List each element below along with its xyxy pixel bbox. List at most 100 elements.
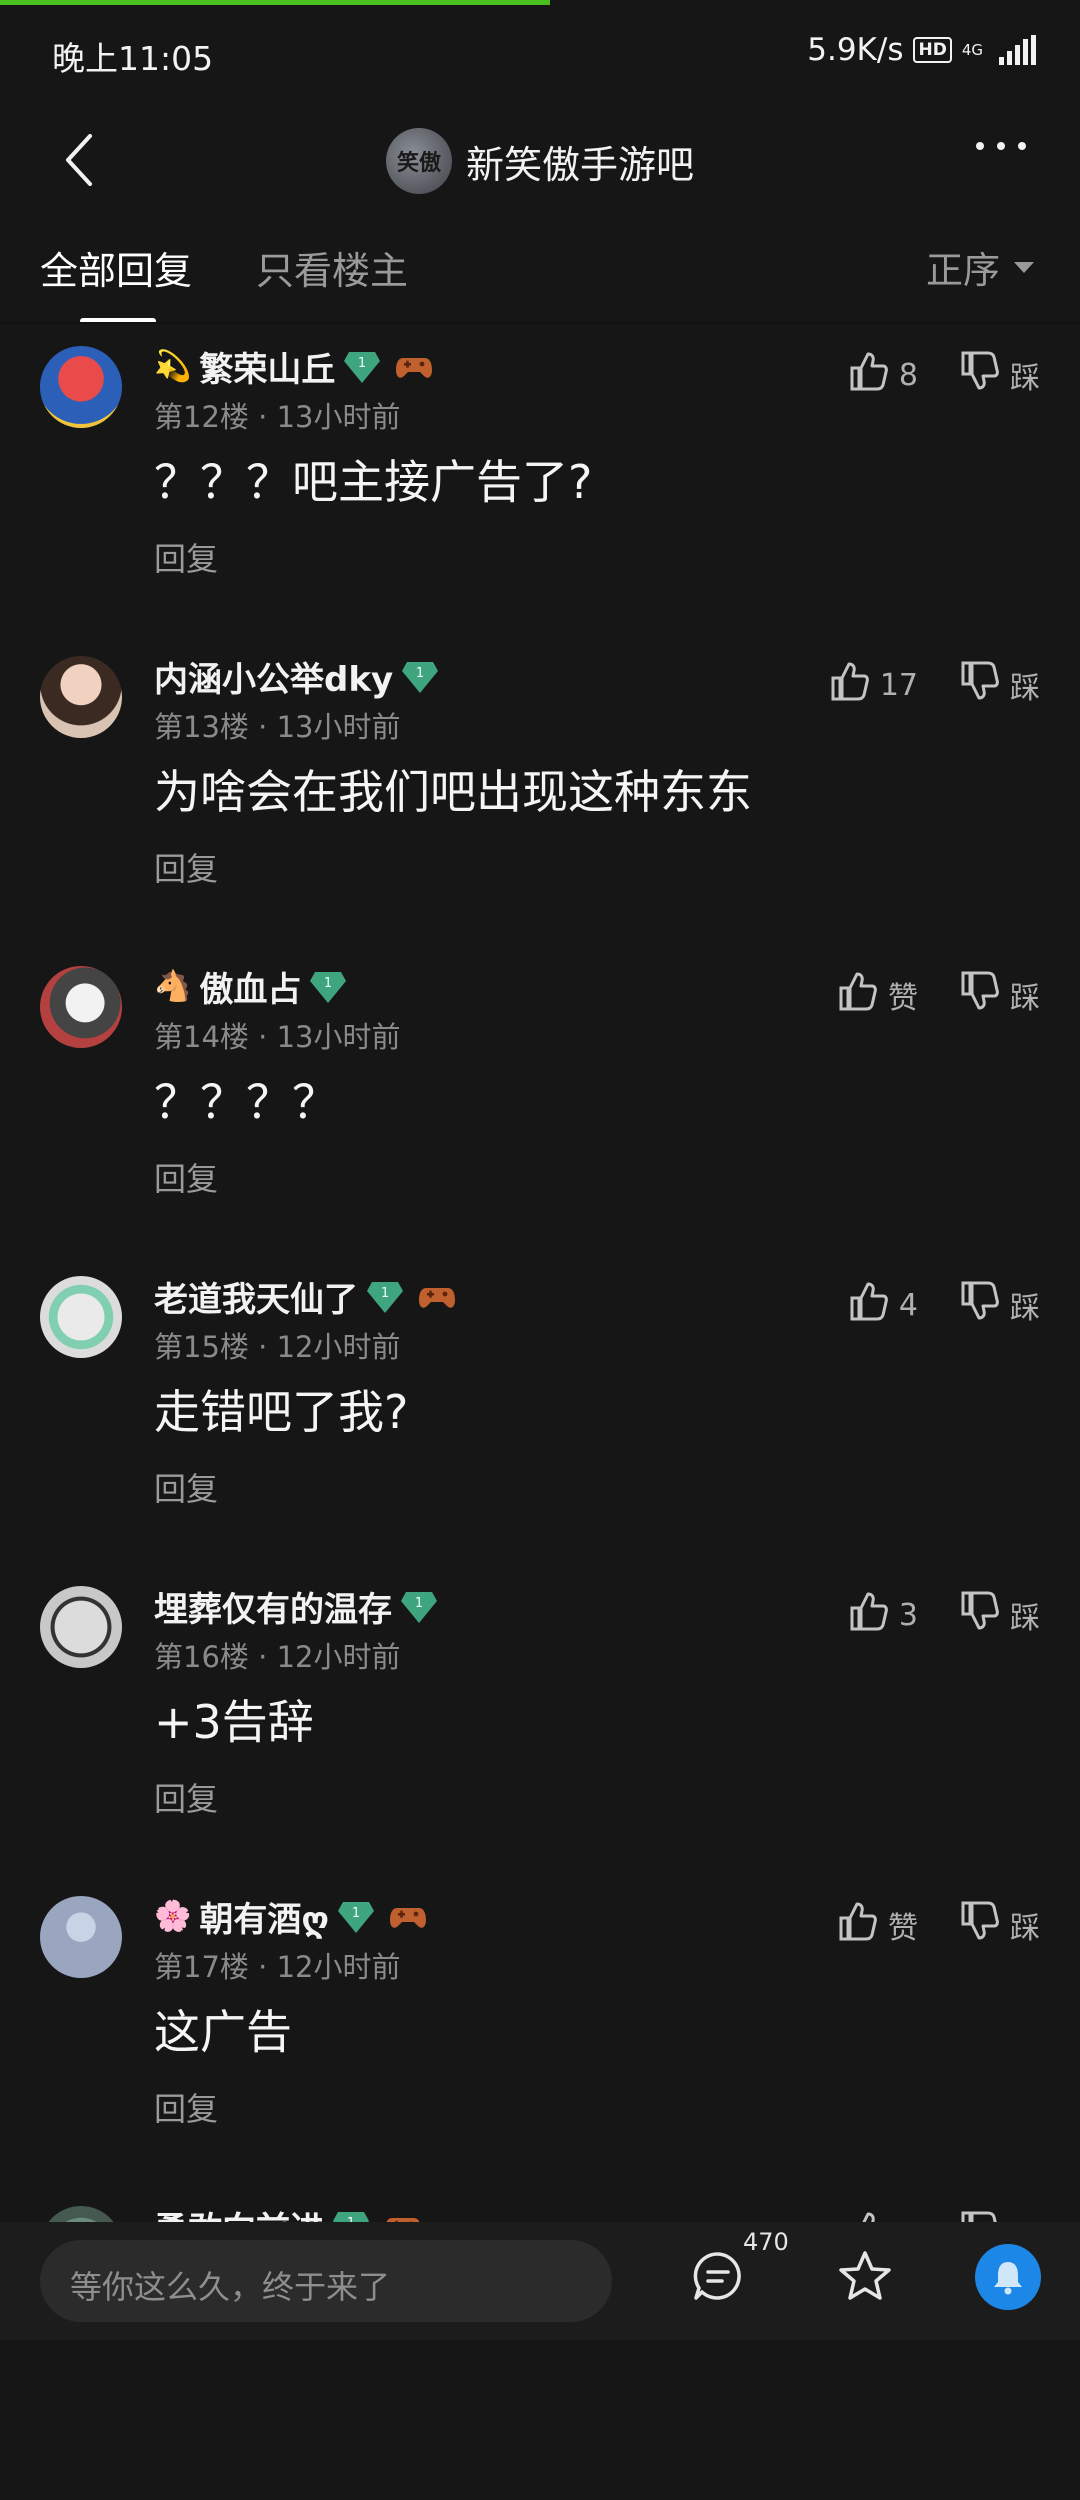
post-meta: 第14楼 · 13小时前 bbox=[154, 1020, 401, 1054]
reply-item[interactable]: 🐴 傲血占 1 第14楼 · 13小时前 ？？？？ 回复 赞 踩 bbox=[0, 950, 1080, 1260]
floor-number: 第17楼 bbox=[154, 1950, 249, 1984]
username-row: 内涵小公举dky 1 bbox=[154, 652, 439, 701]
post-meta: 第13楼 · 13小时前 bbox=[154, 710, 401, 744]
post-meta: 第15楼 · 12小时前 bbox=[154, 1330, 401, 1364]
username[interactable]: 内涵小公举dky bbox=[154, 652, 393, 701]
status-time: 晚上11:05 bbox=[52, 39, 214, 78]
svg-text:1: 1 bbox=[352, 1906, 360, 1921]
level-badge-icon: 1 bbox=[366, 1280, 404, 1314]
bell-icon bbox=[994, 2262, 1022, 2295]
dislike-button[interactable]: 踩 bbox=[960, 350, 1040, 400]
hd-icon: HD bbox=[913, 37, 952, 63]
reply-button[interactable]: 回复 bbox=[154, 844, 218, 890]
like-button[interactable]: 赞 bbox=[838, 970, 918, 1020]
name-emoji: 💫 bbox=[154, 349, 192, 384]
reply-item[interactable]: 埋葬仅有的温存 1 第16楼 · 12小时前 +3告辞 回复 3 踩 bbox=[0, 1570, 1080, 1880]
floor-number: 第12楼 bbox=[154, 400, 249, 434]
username-row: 🐴 傲血占 1 bbox=[154, 962, 347, 1011]
avatar[interactable] bbox=[40, 966, 122, 1048]
post-meta: 第12楼 · 13小时前 bbox=[154, 400, 401, 434]
more-options-icon[interactable] bbox=[976, 142, 1026, 150]
dislike-button[interactable]: 踩 bbox=[960, 660, 1040, 710]
reply-content: 这广告 bbox=[154, 2005, 292, 2059]
like-button[interactable]: 赞 bbox=[838, 1900, 918, 1950]
like-button[interactable]: 3 bbox=[849, 1590, 918, 1640]
like-count: 8 bbox=[898, 357, 918, 393]
post-time: 13小时前 bbox=[276, 400, 401, 434]
avatar[interactable] bbox=[40, 1276, 122, 1358]
like-button[interactable]: 17 bbox=[830, 660, 918, 710]
username[interactable]: 老道我天仙了 bbox=[154, 1272, 358, 1321]
caret-down-icon bbox=[1014, 261, 1034, 273]
dislike-label: 踩 bbox=[1010, 1601, 1040, 1636]
like-count: 赞 bbox=[888, 981, 918, 1016]
tab-all-replies[interactable]: 全部回复 bbox=[40, 240, 192, 295]
thumbs-up-icon bbox=[849, 350, 889, 400]
reply-button[interactable]: 回复 bbox=[154, 1464, 218, 1510]
reply-item[interactable]: 内涵小公举dky 1 第13楼 · 13小时前 为啥会在我们吧出现这种东东 回复… bbox=[0, 640, 1080, 950]
thumbs-down-icon bbox=[960, 660, 1000, 710]
thumbs-up-icon bbox=[849, 1590, 889, 1640]
dislike-button[interactable]: 踩 bbox=[960, 1590, 1040, 1640]
forum-header[interactable]: 笑傲 新笑傲手游吧 bbox=[0, 128, 1080, 194]
reply-item[interactable]: 💫 繁荣山丘 1 第12楼 · 13小时前 ？？？吧主接广告了? 回复 8 踩 bbox=[0, 330, 1080, 640]
reply-button[interactable]: 回复 bbox=[154, 534, 218, 580]
reply-button[interactable]: 回复 bbox=[154, 1774, 218, 1820]
avatar[interactable] bbox=[40, 656, 122, 738]
avatar[interactable] bbox=[40, 1896, 122, 1978]
reply-item[interactable]: 老道我天仙了 1 第15楼 · 12小时前 走错吧了我? 回复 4 踩 bbox=[0, 1260, 1080, 1570]
dislike-label: 踩 bbox=[1010, 1291, 1040, 1326]
name-emoji: 🐴 bbox=[154, 969, 192, 1004]
post-meta: 第16楼 · 12小时前 bbox=[154, 1640, 401, 1674]
floor-number: 第15楼 bbox=[154, 1330, 249, 1364]
like-count: 17 bbox=[879, 667, 918, 703]
level-badge-icon: 1 bbox=[337, 1900, 375, 1934]
post-time: 13小时前 bbox=[276, 1020, 401, 1054]
like-count: 赞 bbox=[888, 1911, 918, 1946]
reply-item[interactable]: 🌸 朝有酒ღ 1 第17楼 · 12小时前 这广告 回复 赞 踩 bbox=[0, 1880, 1080, 2190]
sort-label: 正序 bbox=[926, 249, 1000, 292]
tab-owner-only[interactable]: 只看楼主 bbox=[256, 240, 408, 295]
thumbs-down-icon bbox=[960, 970, 1000, 1020]
dislike-button[interactable]: 踩 bbox=[960, 970, 1040, 1020]
dislike-button[interactable]: 踩 bbox=[960, 1280, 1040, 1330]
dislike-button[interactable]: 踩 bbox=[960, 1900, 1040, 1950]
bottom-bar: 等你这么久，终于来了 470 bbox=[0, 2222, 1080, 2340]
reply-content: ？？？吧主接广告了? bbox=[154, 455, 593, 509]
sort-dropdown[interactable]: 正序 bbox=[926, 240, 1034, 294]
like-count: 3 bbox=[898, 1597, 918, 1633]
username[interactable]: 埋葬仅有的温存 bbox=[154, 1582, 392, 1631]
post-time: 12小时前 bbox=[276, 1330, 401, 1364]
level-badge-icon: 1 bbox=[400, 1590, 438, 1624]
comment-input[interactable]: 等你这么久，终于来了 bbox=[40, 2240, 612, 2322]
like-button[interactable]: 4 bbox=[849, 1280, 918, 1330]
post-time: 13小时前 bbox=[276, 710, 401, 744]
thumbs-down-icon bbox=[960, 1280, 1000, 1330]
username[interactable]: 傲血占 bbox=[199, 962, 301, 1011]
post-time: 12小时前 bbox=[276, 1640, 401, 1674]
comment-icon[interactable] bbox=[690, 2248, 746, 2304]
username-row: 埋葬仅有的温存 1 bbox=[154, 1582, 438, 1631]
avatar[interactable] bbox=[40, 346, 122, 428]
status-indicators: 5.9K/s HD 4G bbox=[807, 32, 1036, 68]
network-speed: 5.9K/s bbox=[807, 32, 904, 68]
level-badge-icon: 1 bbox=[309, 970, 347, 1004]
reply-button[interactable]: 回复 bbox=[154, 2084, 218, 2130]
username[interactable]: 繁荣山丘 bbox=[199, 342, 335, 391]
reply-tabs: 全部回复 只看楼主 正序 bbox=[0, 240, 1080, 324]
reply-content: ？？？？ bbox=[154, 1075, 338, 1129]
svg-text:1: 1 bbox=[358, 356, 366, 371]
favorite-star-icon[interactable] bbox=[836, 2248, 894, 2306]
notification-button[interactable] bbox=[975, 2244, 1041, 2310]
level-badge-icon: 1 bbox=[401, 660, 439, 694]
username[interactable]: 朝有酒ღ bbox=[199, 1892, 329, 1941]
avatar[interactable] bbox=[40, 1586, 122, 1668]
svg-text:1: 1 bbox=[324, 976, 332, 991]
dislike-label: 踩 bbox=[1010, 981, 1040, 1016]
reply-button[interactable]: 回复 bbox=[154, 1154, 218, 1200]
thumbs-down-icon bbox=[960, 1590, 1000, 1640]
like-count: 4 bbox=[898, 1287, 918, 1323]
dislike-label: 踩 bbox=[1010, 361, 1040, 396]
like-button[interactable]: 8 bbox=[849, 350, 918, 400]
top-nav: 笑傲 新笑傲手游吧 bbox=[0, 110, 1080, 210]
